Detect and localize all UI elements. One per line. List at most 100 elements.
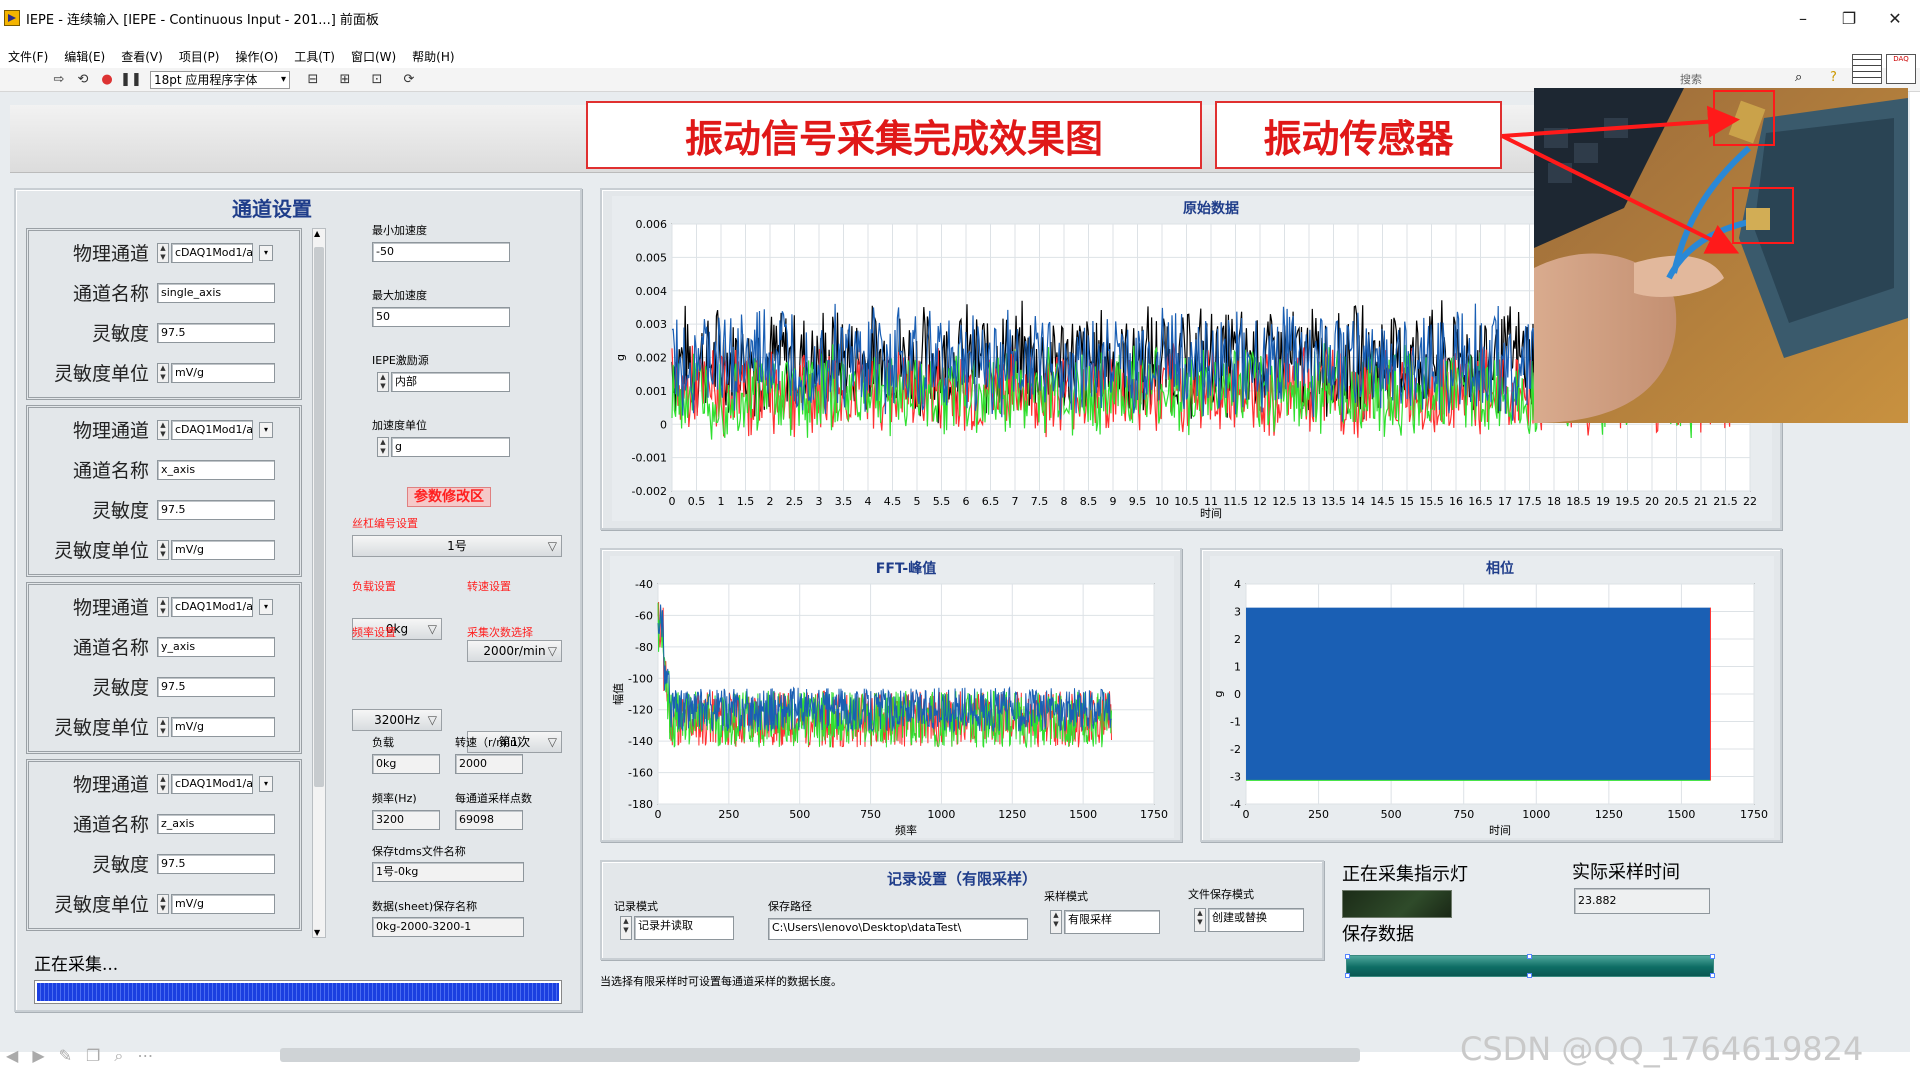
distribute-icon[interactable]: ⊞	[336, 71, 354, 89]
sample-mode-select[interactable]: 有限采样	[1064, 910, 1160, 934]
sample-mode-label: 采样模式	[1044, 890, 1088, 903]
file-mode-select[interactable]: 创建或替换	[1208, 908, 1304, 932]
sample-mode-spin[interactable]: ▲ ▼	[1050, 910, 1062, 934]
pen-icon[interactable]: ✎	[59, 1046, 86, 1065]
menu-edit[interactable]: 编辑(E)	[64, 48, 105, 65]
chart-title: FFT-峰值	[876, 560, 936, 577]
x-tick-label: 16	[1449, 495, 1463, 508]
iepe-select[interactable]: 内部	[391, 372, 510, 392]
channel-sensitivity-field[interactable]: 97.5	[157, 677, 275, 697]
y-axis-label: 幅值	[612, 683, 625, 705]
x-tick-label: 9.5	[1129, 495, 1147, 508]
pause-icon[interactable]: ❚❚	[120, 71, 142, 89]
channel-name-field[interactable]: x_axis	[157, 460, 275, 480]
menu-file[interactable]: 文件(F)	[8, 48, 48, 65]
accel-unit-spin[interactable]: ▲ ▼	[377, 437, 389, 457]
channel-name-field[interactable]: z_axis	[157, 814, 275, 834]
channel-unit-field[interactable]: mV/g	[171, 894, 275, 914]
file-mode-spin[interactable]: ▲ ▼	[1194, 908, 1206, 932]
acquire-progress-bar	[34, 980, 562, 1004]
channel-physical-spin[interactable]: ▲ ▼	[157, 774, 169, 794]
font-select[interactable]: 18pt 应用程序字体	[150, 70, 290, 89]
freq-label: 频率设置	[352, 626, 396, 639]
search-icon[interactable]: ⌕	[1795, 70, 1802, 85]
close-button[interactable]: ✕	[1872, 0, 1918, 36]
reorder-icon[interactable]: ⟳	[400, 71, 418, 89]
channel-unit-spin[interactable]: ▲ ▼	[157, 717, 169, 737]
channel-unit-field[interactable]: mV/g	[171, 540, 275, 560]
channel-physical-spin[interactable]: ▲ ▼	[157, 597, 169, 617]
channel-physical-field[interactable]: cDAQ1Mod1/ai3	[171, 774, 253, 794]
copy-icon[interactable]: ❐	[86, 1046, 114, 1065]
zoom-icon[interactable]: ⌕	[114, 1046, 137, 1065]
chevron-down-icon: ▽	[547, 539, 557, 553]
search-label[interactable]: 搜索	[1680, 71, 1702, 87]
channel-name-field[interactable]: y_axis	[157, 637, 275, 657]
y-tick-label: 1	[1234, 661, 1241, 674]
channel-physical-spin[interactable]: ▲ ▼	[157, 420, 169, 440]
acquire-status: 正在采集...	[34, 955, 119, 975]
chart-title: 原始数据	[1183, 200, 1239, 217]
chevron-down-icon[interactable]: ▾	[259, 245, 273, 261]
more-icon[interactable]: ⋯	[137, 1046, 167, 1065]
channel-physical-field[interactable]: cDAQ1Mod1/ai0	[171, 243, 253, 263]
channel-unit-spin[interactable]: ▲ ▼	[157, 540, 169, 560]
max-accel-input[interactable]: 50	[372, 307, 510, 327]
channel-unit-spin[interactable]: ▲ ▼	[157, 363, 169, 383]
accel-unit-select[interactable]: g	[391, 437, 510, 457]
run-continuous-icon[interactable]: ⟲	[74, 71, 92, 89]
channel-unit-field[interactable]: mV/g	[171, 717, 275, 737]
min-accel-input[interactable]: -50	[372, 242, 510, 262]
channel-unit-field[interactable]: mV/g	[171, 363, 275, 383]
channel-name-field[interactable]: single_axis	[157, 283, 275, 303]
menu-help[interactable]: 帮助(H)	[412, 48, 454, 65]
horizontal-scrollbar[interactable]	[280, 1048, 1360, 1062]
vi-icon[interactable]: DAQ	[1886, 54, 1916, 84]
channel-unit-spin[interactable]: ▲ ▼	[157, 894, 169, 914]
cylinder-select[interactable]: 1号 ▽	[352, 535, 562, 557]
x-tick-label: 3	[816, 495, 823, 508]
channel-sensitivity-field[interactable]: 97.5	[157, 323, 275, 343]
save-path-label: 保存路径	[768, 900, 812, 913]
chevron-down-icon: ▽	[547, 644, 557, 658]
freq-select[interactable]: 3200Hz ▽	[352, 709, 442, 731]
restore-button[interactable]: ❐	[1826, 0, 1872, 36]
channel-physical-spin[interactable]: ▲ ▼	[157, 243, 169, 263]
save-data-button[interactable]	[1345, 954, 1715, 978]
fft-chart[interactable]: FFT-峰值 0 250 500 750 1000 1250 1500 1750 -40 -60 -8…	[610, 556, 1174, 838]
channel-sensitivity-label: 灵敏度	[91, 500, 149, 522]
help-icon[interactable]: ?	[1830, 70, 1837, 85]
channel-physical-field[interactable]: cDAQ1Mod1/ai2	[171, 597, 253, 617]
align-icon[interactable]: ⊟	[304, 71, 322, 89]
channel-list-scrollbar[interactable]: ▲ ▼	[312, 228, 326, 938]
run-arrow-icon[interactable]: ⇨	[50, 71, 68, 89]
next-icon[interactable]: ▶	[32, 1046, 58, 1065]
menu-project[interactable]: 项目(P)	[179, 48, 220, 65]
menu-window[interactable]: 窗口(W)	[351, 48, 396, 65]
x-tick-label: 0	[1243, 808, 1250, 821]
y-axis-label: g	[1212, 691, 1225, 698]
menu-view[interactable]: 查看(V)	[121, 48, 163, 65]
abort-icon[interactable]: ●	[98, 71, 116, 89]
record-mode-select[interactable]: 记录并读取	[634, 916, 734, 940]
channel-sensitivity-field[interactable]: 97.5	[157, 500, 275, 520]
speed-select[interactable]: 2000r/min ▽	[467, 640, 562, 662]
minimize-button[interactable]: –	[1780, 0, 1826, 36]
resize-icon[interactable]: ⊡	[368, 71, 386, 89]
iepe-spin[interactable]: ▲ ▼	[377, 372, 389, 392]
save-path-input[interactable]: C:\Users\lenovo\Desktop\dataTest\	[768, 918, 1028, 940]
phase-chart[interactable]: 相位 0 250 500 750 1000 1250 1500 1750 4 3 2 1 0 -1 -2 -3 -…	[1210, 556, 1774, 838]
record-mode-spin[interactable]: ▲ ▼	[620, 916, 632, 940]
y-tick-label: -160	[628, 767, 653, 780]
chevron-down-icon[interactable]: ▾	[259, 422, 273, 438]
prev-icon[interactable]: ◀	[6, 1046, 32, 1065]
chevron-down-icon: ▽	[427, 713, 437, 727]
menu-tools[interactable]: 工具(T)	[294, 48, 335, 65]
x-axis-label: 时间	[1200, 507, 1222, 520]
channel-sensitivity-field[interactable]: 97.5	[157, 854, 275, 874]
connector-pane-icon[interactable]	[1852, 54, 1882, 84]
chevron-down-icon[interactable]: ▾	[259, 599, 273, 615]
channel-physical-field[interactable]: cDAQ1Mod1/ai1	[171, 420, 253, 440]
menu-operate[interactable]: 操作(O)	[235, 48, 278, 65]
chevron-down-icon[interactable]: ▾	[259, 776, 273, 792]
